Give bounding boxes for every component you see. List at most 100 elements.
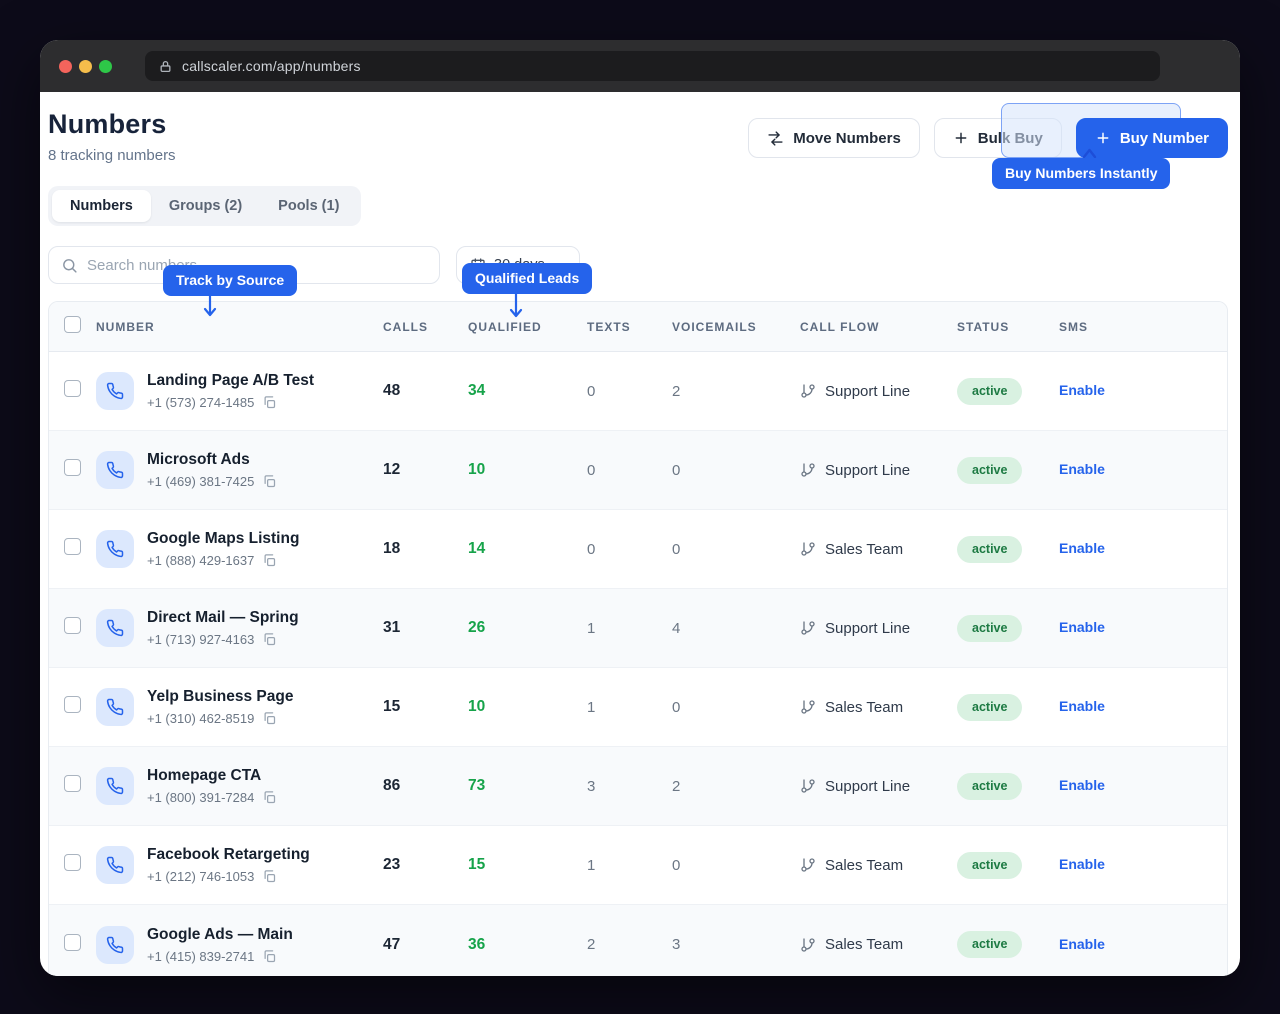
calls-value: 12 <box>383 461 468 479</box>
call-flow-name: Sales Team <box>825 936 903 953</box>
move-numbers-button[interactable]: Move Numbers <box>748 118 920 158</box>
copy-icon[interactable] <box>262 790 277 805</box>
status-badge: active <box>957 931 1022 958</box>
phone-icon <box>96 688 134 726</box>
call-flow-name: Sales Team <box>825 699 903 716</box>
column-header-qualified: QUALIFIED <box>468 320 587 334</box>
voicemails-value: 0 <box>672 541 800 558</box>
call-flow-name: Sales Team <box>825 541 903 558</box>
table-row: Google Ads — Main +1 (415) 839-2741 47 3… <box>49 905 1227 976</box>
number-phone: +1 (212) 746-1053 <box>147 869 254 884</box>
address-bar[interactable]: callscaler.com/app/numbers <box>145 51 1160 81</box>
status-badge: active <box>957 694 1022 721</box>
qualified-leads-tooltip: Qualified Leads <box>462 263 592 294</box>
status-badge: active <box>957 457 1022 484</box>
tab-pools[interactable]: Pools (1) <box>260 190 357 222</box>
row-checkbox[interactable] <box>64 459 81 476</box>
number-name: Microsoft Ads <box>147 451 277 469</box>
table-row: Facebook Retargeting +1 (212) 746-1053 2… <box>49 826 1227 905</box>
calls-value: 15 <box>383 698 468 716</box>
tab-numbers[interactable]: Numbers <box>52 190 151 222</box>
sms-enable-link[interactable]: Enable <box>1059 540 1105 556</box>
number-name: Facebook Retargeting <box>147 846 310 864</box>
phone-icon <box>96 372 134 410</box>
sms-enable-link[interactable]: Enable <box>1059 777 1105 793</box>
traffic-light-minimize[interactable] <box>79 60 92 73</box>
call-flow-name: Sales Team <box>825 857 903 874</box>
row-checkbox[interactable] <box>64 380 81 397</box>
call-flow-name: Support Line <box>825 462 910 479</box>
sms-enable-link[interactable]: Enable <box>1059 461 1105 477</box>
qualified-value: 26 <box>468 619 587 637</box>
number-phone: +1 (310) 462-8519 <box>147 711 254 726</box>
number-name: Landing Page A/B Test <box>147 372 314 390</box>
phone-icon <box>96 609 134 647</box>
number-name: Google Ads — Main <box>147 926 293 944</box>
copy-icon[interactable] <box>262 949 277 964</box>
qualified-value: 34 <box>468 382 587 400</box>
row-checkbox[interactable] <box>64 696 81 713</box>
buy-number-button[interactable]: Buy Number <box>1076 118 1228 158</box>
plus-icon <box>953 130 969 146</box>
column-header-status: STATUS <box>957 320 1059 334</box>
calls-value: 47 <box>383 936 468 954</box>
tab-groups[interactable]: Groups (2) <box>151 190 260 222</box>
status-badge: active <box>957 615 1022 642</box>
sms-enable-link[interactable]: Enable <box>1059 698 1105 714</box>
calls-value: 48 <box>383 382 468 400</box>
qualified-arrow-icon <box>508 293 524 323</box>
copy-icon[interactable] <box>262 553 277 568</box>
table-row: Yelp Business Page +1 (310) 462-8519 15 … <box>49 668 1227 747</box>
table-row: Landing Page A/B Test +1 (573) 274-1485 … <box>49 352 1227 431</box>
call-flow-icon <box>800 857 816 873</box>
page-subtitle: 8 tracking numbers <box>48 147 176 164</box>
call-flow-name: Support Line <box>825 778 910 795</box>
calls-value: 86 <box>383 777 468 795</box>
row-checkbox[interactable] <box>64 538 81 555</box>
voicemails-value: 0 <box>672 462 800 479</box>
phone-icon <box>96 767 134 805</box>
select-all-checkbox[interactable] <box>64 316 81 333</box>
table-body: Landing Page A/B Test +1 (573) 274-1485 … <box>49 352 1227 976</box>
sms-enable-link[interactable]: Enable <box>1059 856 1105 872</box>
browser-chrome: callscaler.com/app/numbers <box>40 40 1240 92</box>
column-header-sms: SMS <box>1059 320 1227 334</box>
page-title: Numbers <box>48 109 176 140</box>
status-badge: active <box>957 378 1022 405</box>
url-text: callscaler.com/app/numbers <box>182 58 361 74</box>
copy-icon[interactable] <box>262 711 277 726</box>
traffic-light-maximize[interactable] <box>99 60 112 73</box>
buy-numbers-instantly-tooltip: Buy Numbers Instantly <box>992 158 1170 189</box>
sms-enable-link[interactable]: Enable <box>1059 382 1105 398</box>
status-badge: active <box>957 773 1022 800</box>
sms-enable-link[interactable]: Enable <box>1059 936 1105 952</box>
number-phone: +1 (469) 381-7425 <box>147 474 254 489</box>
number-phone: +1 (573) 274-1485 <box>147 395 254 410</box>
texts-value: 1 <box>587 620 672 637</box>
traffic-light-close[interactable] <box>59 60 72 73</box>
copy-icon[interactable] <box>262 869 277 884</box>
buy-number-label: Buy Number <box>1120 130 1209 147</box>
voicemails-value: 2 <box>672 383 800 400</box>
voicemails-value: 3 <box>672 936 800 953</box>
qualified-value: 10 <box>468 461 587 479</box>
call-flow-icon <box>800 620 816 636</box>
calls-value: 18 <box>383 540 468 558</box>
call-flow-name: Support Line <box>825 620 910 637</box>
number-name: Google Maps Listing <box>147 530 299 548</box>
row-checkbox[interactable] <box>64 854 81 871</box>
copy-icon[interactable] <box>262 395 277 410</box>
row-checkbox[interactable] <box>64 934 81 951</box>
row-checkbox[interactable] <box>64 617 81 634</box>
row-checkbox[interactable] <box>64 775 81 792</box>
number-phone: +1 (415) 839-2741 <box>147 949 254 964</box>
copy-icon[interactable] <box>262 474 277 489</box>
table-row: Homepage CTA +1 (800) 391-7284 86 73 3 2… <box>49 747 1227 826</box>
numbers-table: NUMBER CALLS QUALIFIED TEXTS VOICEMAILS … <box>48 301 1228 976</box>
swap-arrows-icon <box>767 130 784 147</box>
copy-icon[interactable] <box>262 632 277 647</box>
column-header-voicemails: VOICEMAILS <box>672 320 800 334</box>
texts-value: 0 <box>587 383 672 400</box>
sms-enable-link[interactable]: Enable <box>1059 619 1105 635</box>
calls-value: 31 <box>383 619 468 637</box>
